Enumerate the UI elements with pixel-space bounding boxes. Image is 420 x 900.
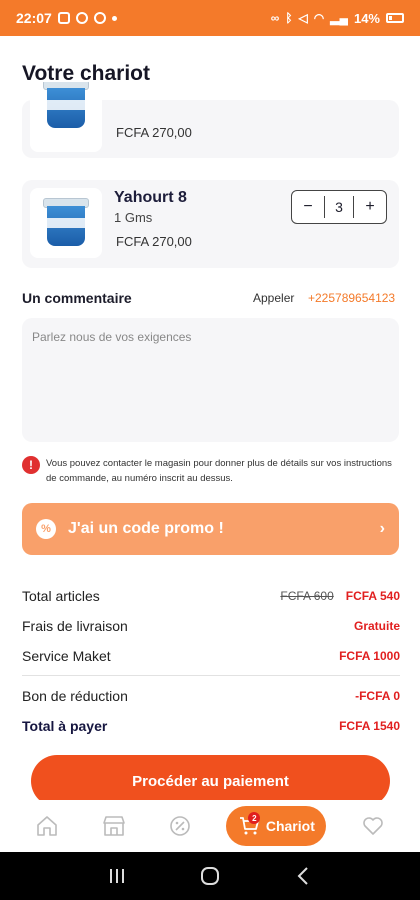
info-text: Vous pouvez contacter le magasin pour do… [46,458,392,484]
status-bar: 22:07 ∞ ᛒ ◁ ◠ ▂▄ 14% [0,0,420,36]
chevron-right-icon: › [379,520,385,537]
decrease-button[interactable]: − [292,191,324,223]
whatsapp-icon [75,12,88,24]
product-image [30,82,102,152]
discount-badge-icon [170,816,190,836]
percent-icon: % [36,519,56,539]
gallery-icon [57,12,70,24]
comment-label: Un commentaire [22,290,132,306]
comment-textarea[interactable] [22,318,399,442]
wifi-icon: ◠ [313,11,325,25]
summary-label: Service Maket [22,648,111,664]
nav-store[interactable] [94,806,134,846]
summary-service: Service Maket FCFA 1000 [22,646,400,666]
mute-icon: ◁ [298,11,308,25]
battery-level: 14% [353,10,380,26]
new-price: FCFA 540 [345,589,400,603]
nav-favorites[interactable] [353,806,393,846]
summary-discount: Bon de réduction -FCFA 0 [22,686,400,706]
summary-label: Bon de réduction [22,688,128,704]
summary-total-articles: Total articles FCFA 600 FCFA 540 [22,586,400,606]
cart-item[interactable]: FCFA 270,00 [22,82,399,158]
promo-code-button[interactable]: % J'ai un code promo ! › [22,503,399,555]
delivery-value: Gratuite [353,619,400,633]
summary-label: Frais de livraison [22,618,128,634]
home-circle-icon [200,867,219,885]
summary-delivery: Frais de livraison Gratuite [22,616,400,636]
item-price: FCFA 270,00 [116,125,192,140]
old-price: FCFA 600 [280,589,334,603]
summary-label: Total articles [22,588,100,604]
increase-button[interactable]: + [354,191,386,223]
status-time: 22:07 [16,10,52,26]
store-icon [102,816,125,836]
item-name: Yahourt 8 [114,189,187,206]
divider [22,675,400,676]
quantity-stepper[interactable]: − 3 + [291,190,387,224]
link-icon: ∞ [270,11,280,25]
app-icon [93,12,106,24]
yogurt-image [43,198,89,248]
total-value: FCFA 1540 [339,719,400,733]
item-price: FCFA 270,00 [116,234,192,249]
back-button[interactable] [288,861,318,891]
service-value: FCFA 1000 [339,649,400,663]
nav-home[interactable] [27,806,67,846]
notification-dot-icon [111,15,117,21]
quantity-value: 3 [324,196,354,218]
phone-link[interactable]: +225789654123 [308,291,395,305]
bottom-nav: 2 Chariot [0,800,420,852]
heart-icon [362,817,383,835]
summary-total: Total à payer FCFA 1540 [22,716,400,736]
nav-cart-label: Chariot [265,818,315,834]
signal-icon: ▂▄ [330,11,348,25]
recent-apps-button[interactable] [102,861,132,891]
promo-label: J'ai un code promo ! [68,520,224,537]
battery-icon [386,13,404,23]
home-button[interactable] [195,861,225,891]
yogurt-image [43,82,89,130]
call-label: Appeler [253,291,295,305]
home-icon [37,816,57,836]
back-icon [297,867,309,885]
item-weight: 1 Gms [114,210,153,225]
cart-item[interactable]: Yahourt 8 1 Gms FCFA 270,00 − 3 + [22,180,399,268]
nav-promotions[interactable] [160,806,200,846]
recent-apps-icon [109,869,124,883]
discount-value: -FCFA 0 [355,689,400,703]
nav-cart[interactable]: 2 Chariot [226,806,327,846]
summary-label: Total à payer [22,718,108,734]
product-image [30,188,102,258]
bluetooth-icon: ᛒ [285,11,293,25]
system-nav-bar [0,852,420,900]
alert-icon: ! [22,456,40,474]
